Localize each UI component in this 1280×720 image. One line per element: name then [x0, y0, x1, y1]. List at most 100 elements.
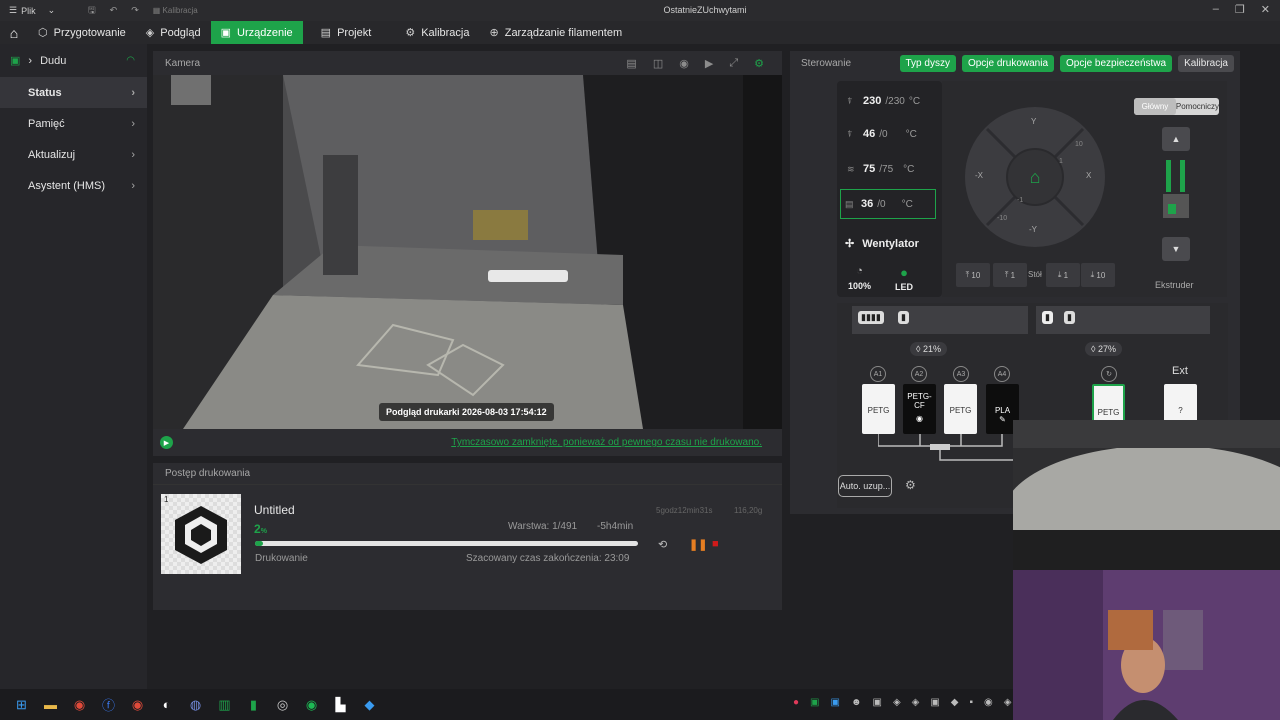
- humidity-main: ◊ 21%: [910, 342, 947, 356]
- webcam-icon[interactable]: ◉: [679, 57, 689, 70]
- obs-icon[interactable]: ◎: [268, 690, 297, 719]
- discord-icon[interactable]: ◍: [181, 690, 210, 719]
- ams-slot-a2[interactable]: PETG-CF ◉: [903, 384, 936, 434]
- nozzle-right-temp[interactable]: ⍒ 46/0 °C: [847, 128, 917, 140]
- print-options-button[interactable]: Opcje drukowania: [961, 54, 1055, 72]
- single-slot-icon: ▮: [1064, 311, 1075, 324]
- aux-slot-refresh-icon[interactable]: ↻: [1101, 366, 1117, 382]
- tab-podglad[interactable]: ◈ Podgląd: [136, 21, 211, 44]
- sidebar-item-status[interactable]: Status ›: [0, 77, 147, 108]
- bed-up-10-button[interactable]: ⤒ 10: [956, 263, 990, 287]
- sd-card-icon[interactable]: ▤: [626, 57, 636, 70]
- led-button[interactable]: ● LED: [895, 265, 913, 292]
- bulb-icon: ●: [900, 265, 908, 280]
- windows-start-icon[interactable]: ⊞: [7, 690, 36, 719]
- home-icon[interactable]: ⌂: [0, 25, 28, 41]
- audio-app-icon[interactable]: ▥: [210, 690, 239, 719]
- facebook-icon[interactable]: ⓕ: [94, 690, 123, 719]
- tray-app-icon[interactable]: ☻: [851, 697, 862, 708]
- ams-settings-icon[interactable]: ⚙: [905, 478, 916, 492]
- slot-a3-refresh-icon[interactable]: A3: [953, 366, 969, 382]
- file-explorer-icon[interactable]: ▬: [36, 690, 65, 719]
- app-icon[interactable]: ◆: [355, 690, 384, 719]
- sidebar-item-aktualizuj[interactable]: Aktualizuj ›: [0, 139, 147, 170]
- tray-app-icon[interactable]: ▪: [970, 697, 974, 708]
- slot-a1-refresh-icon[interactable]: A1: [870, 366, 886, 382]
- capcut-icon[interactable]: ▙: [326, 690, 355, 719]
- sidebar-item-pamiec[interactable]: Pamięć ›: [0, 108, 147, 139]
- wifi-icon: ◠: [126, 55, 135, 66]
- tab-przygotowanie[interactable]: ⬡ Przygotowanie: [28, 21, 136, 44]
- tab-kalibracja[interactable]: ⚙ Kalibracja: [395, 21, 479, 44]
- camera-title: Kamera: [165, 57, 201, 69]
- minimize-button[interactable]: –: [1213, 3, 1219, 16]
- fullscreen-icon[interactable]: ⤢: [729, 57, 738, 70]
- tray-bambu-icon[interactable]: ▣: [810, 697, 819, 708]
- safety-options-button[interactable]: Opcje bezpieczeństwa: [1060, 54, 1173, 72]
- triangle-up-icon: ▲: [1171, 134, 1181, 144]
- calibration-button[interactable]: Kalibracja: [1178, 54, 1234, 72]
- tab-label: Urządzenie: [237, 26, 293, 39]
- slot-a2-refresh-icon[interactable]: A2: [911, 366, 927, 382]
- tray-app-icon[interactable]: ▣: [831, 697, 840, 708]
- tray-record-icon[interactable]: ●: [793, 697, 799, 708]
- ams-aux-tab[interactable]: ▮ ▮: [1036, 306, 1210, 334]
- camera-closed-message[interactable]: Tymczasowo zamknięte, ponieważ od pewneg…: [451, 437, 762, 448]
- tray-app-icon[interactable]: ▣: [872, 697, 881, 708]
- progress-percent-value: 2: [254, 522, 261, 536]
- play-button[interactable]: ▶: [160, 436, 173, 449]
- chrome-dev-icon[interactable]: ◉: [123, 690, 152, 719]
- timelapse-icon[interactable]: ◫: [653, 57, 663, 70]
- slot-material: PETG: [867, 406, 890, 415]
- tray-app-icon[interactable]: ▣: [930, 697, 939, 708]
- speed-button[interactable]: ◔ 100%: [848, 265, 871, 291]
- record-icon[interactable]: ▶: [705, 57, 713, 70]
- bed-up-1-button[interactable]: ⤒ 1: [993, 263, 1027, 287]
- ams-slot-a3[interactable]: PETG: [944, 384, 977, 434]
- extrude-down-button[interactable]: ▼: [1162, 237, 1190, 261]
- chrome-icon[interactable]: ◉: [65, 690, 94, 719]
- maximize-button[interactable]: ❐: [1235, 3, 1245, 16]
- nozzle-left-temp[interactable]: ⍒ 230/230 °C: [847, 95, 920, 107]
- window-title: OstatnieZUchwytami: [663, 5, 747, 15]
- home-button[interactable]: ⌂: [1006, 148, 1064, 206]
- close-button[interactable]: ✕: [1261, 3, 1270, 16]
- extruder-aux-tab[interactable]: Pomocniczy: [1176, 98, 1219, 115]
- spotify-icon[interactable]: ◉: [297, 690, 326, 719]
- stop-button[interactable]: ■: [712, 538, 719, 550]
- bed-down-10-button[interactable]: ⤓ 10: [1081, 263, 1115, 287]
- pause-button[interactable]: ❚❚: [689, 538, 707, 551]
- filament-path-lines: [878, 434, 1018, 461]
- extruder-main-tab[interactable]: Główny: [1134, 98, 1176, 115]
- bed-temp[interactable]: ≋ 75/75 °C: [847, 163, 914, 175]
- nozzle-type-button[interactable]: Typ dyszy: [899, 54, 956, 72]
- cursor-app-icon[interactable]: ◐: [152, 690, 181, 719]
- settings-icon[interactable]: ⚙: [754, 57, 764, 70]
- tray-app-icon[interactable]: ◆: [951, 697, 959, 708]
- tab-filament[interactable]: ⊕ Zarządzanie filamentem: [480, 21, 633, 44]
- model-thumbnail: 1: [161, 494, 241, 574]
- speedometer-icon: ◔: [856, 265, 863, 277]
- bambu-studio-icon[interactable]: ▮: [239, 690, 268, 719]
- sidebar-item-hms[interactable]: Asystent (HMS) ›: [0, 170, 147, 201]
- tab-projekt[interactable]: ▤ Projekt: [311, 21, 382, 44]
- slot-a4-refresh-icon[interactable]: A4: [994, 366, 1010, 382]
- ams-main-tab[interactable]: ▮▮▮▮ ▮: [852, 306, 1028, 334]
- fan-button[interactable]: ✢ Wentylator: [845, 237, 919, 251]
- tray-app-icon[interactable]: ◈: [893, 697, 901, 708]
- tray-app-icon[interactable]: ◉: [984, 697, 993, 708]
- total-time: 5godz12min31s: [656, 506, 713, 515]
- device-icon: ▣: [220, 27, 232, 39]
- refresh-icon[interactable]: ⟲: [658, 538, 667, 551]
- printer-selector[interactable]: ▣ › Dudu ◠: [0, 44, 147, 77]
- extrude-up-button[interactable]: ▲: [1162, 127, 1190, 151]
- camera-timestamp: Podgląd drukarki 2026-08-03 17:54:12: [379, 403, 554, 421]
- tab-urzadzenie[interactable]: ▣ Urządzenie: [210, 21, 303, 44]
- ams-slot-a1[interactable]: PETG: [862, 384, 895, 434]
- chamber-temp[interactable]: ▤ 36/0 °C: [840, 189, 936, 219]
- xy-jog-control[interactable]: ⌂ Y -Y X -X 10 1 -1 -10: [965, 107, 1105, 247]
- auto-refill-button[interactable]: Auto. uzup...: [838, 475, 892, 497]
- bed-down-1-button[interactable]: ⤓ 1: [1046, 263, 1080, 287]
- tray-app-icon[interactable]: ◈: [912, 697, 920, 708]
- tray-app-icon[interactable]: ◈: [1004, 697, 1012, 708]
